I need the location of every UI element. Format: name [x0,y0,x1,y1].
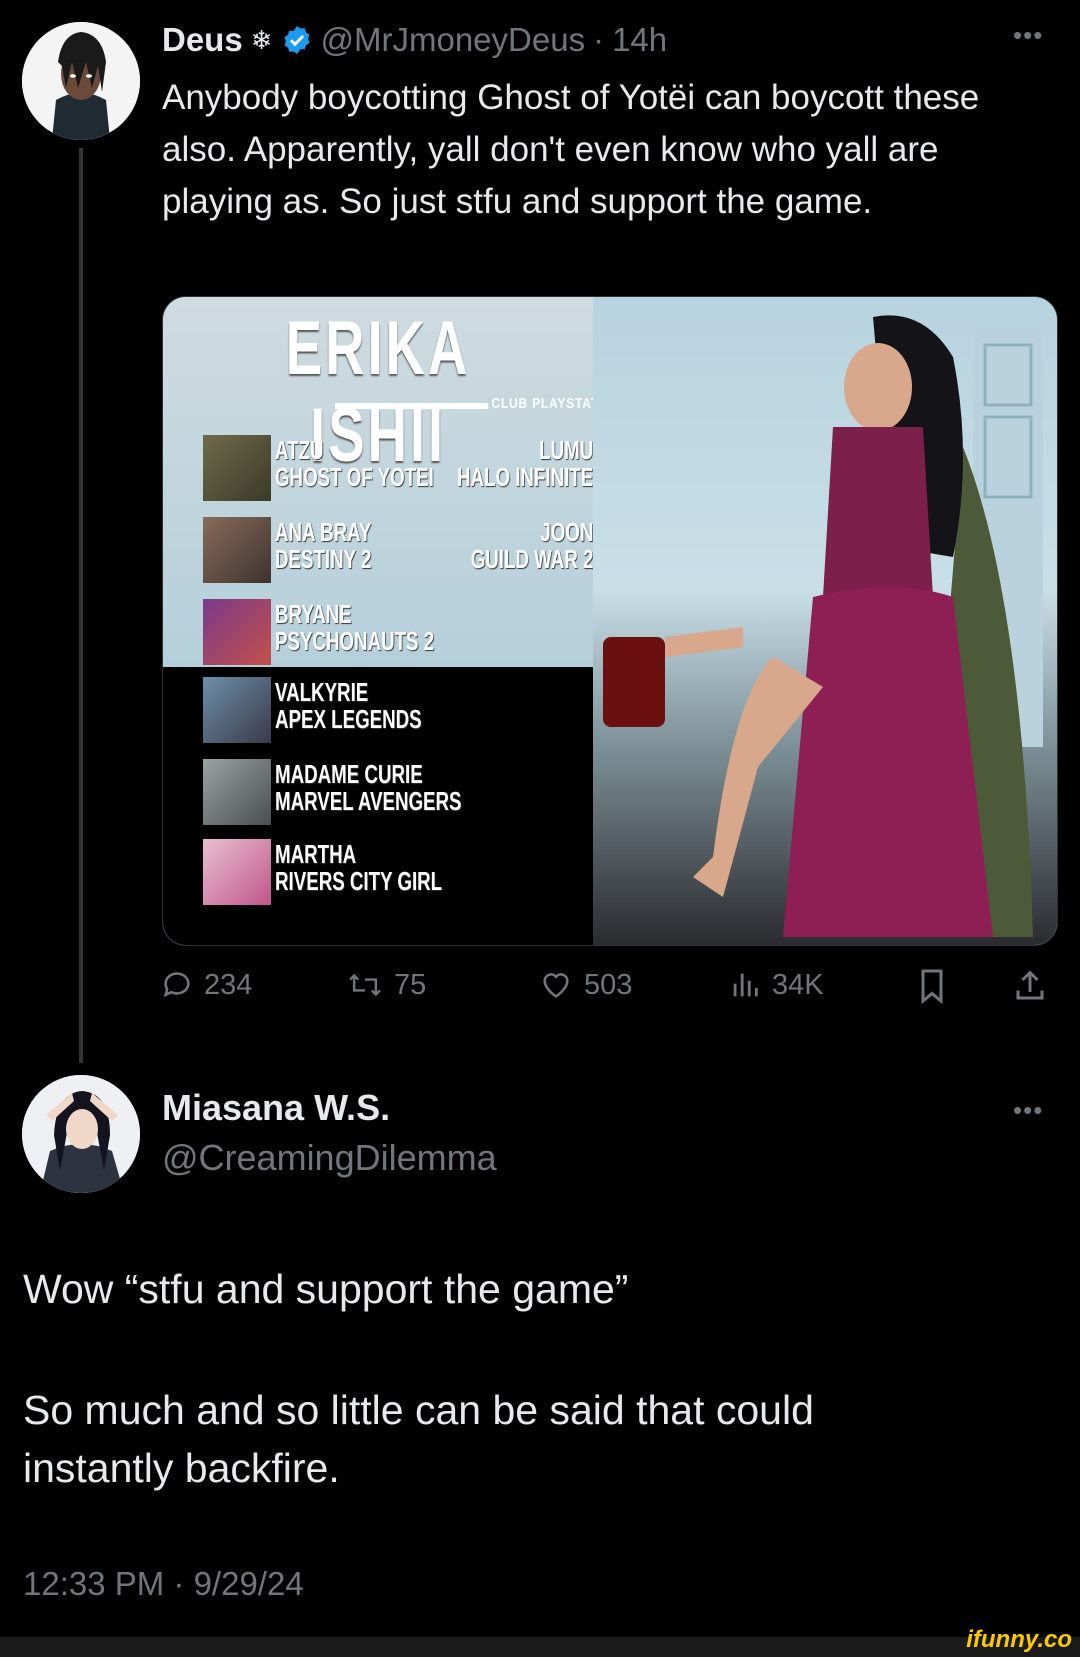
thread-line [79,148,83,1063]
author-name[interactable]: Deus [162,18,243,62]
footer-bar [0,1637,1080,1657]
role-label: VALKYRIE APEX LEGENDS [275,677,422,734]
role-label: BRYANE PSYCHONAUTS 2 [275,599,435,656]
more-icon[interactable]: ••• [1013,1095,1043,1126]
role-label: MADAME CURIE MARVEL AVENGERS [275,759,462,816]
bookmark-icon[interactable] [916,968,948,1004]
role-label: JOON GUILD WAR 2 [470,517,593,574]
role-label: ANA BRAY DESTINY 2 [275,517,372,574]
tweet-actions: 234 75 503 34K [0,968,1080,1008]
portrait-photo [593,297,1057,945]
role-thumbnail [203,677,271,743]
share-icon[interactable] [1012,968,1048,1004]
views-count: 34K [772,968,824,1001]
tweet-header: Deus ❄ @MrJmoneyDeus · 14h [162,18,667,62]
reply-author-name[interactable]: Miasana W.S. [162,1087,390,1129]
like-button[interactable]: 503 [538,968,632,1002]
reply-author-handle[interactable]: @CreamingDilemma [162,1137,497,1179]
like-count: 503 [584,968,633,1001]
views-button[interactable]: 34K [728,968,824,1002]
reply-paragraph: So much and so little can be said that c… [23,1387,814,1491]
retweet-button[interactable]: 75 [346,968,426,1002]
role-label: MARTHA RIVERS CITY GIRL [275,839,443,896]
reply-icon [163,972,190,998]
tweet-image[interactable]: ERIKA ISHII CLUB PLAYSTATION ATZU GHOST O… [162,296,1058,946]
retweet-count: 75 [394,968,427,1001]
reply-timestamp[interactable]: 12:33 PM · 9/29/24 [23,1565,304,1603]
role-thumbnail [203,517,271,583]
watermark-logo: ifunny.co [966,1626,1072,1653]
author-glyph: ❄ [250,25,273,55]
retweet-icon [349,973,381,997]
reply-count: 234 [204,968,253,1001]
reply-button[interactable]: 234 [160,968,252,1002]
more-icon[interactable]: ••• [1013,20,1043,51]
role-thumbnail [203,599,271,665]
reply-author-avatar[interactable] [22,1075,140,1193]
views-icon [733,973,758,997]
role-thumbnail [203,759,271,825]
role-thumbnail [203,839,271,905]
author-handle[interactable]: @MrJmoneyDeus [321,18,586,62]
verified-badge-icon [281,24,313,56]
like-icon [543,973,569,998]
role-label: ATZU GHOST OF YOTEI [275,435,434,492]
author-avatar[interactable] [22,22,140,140]
reply-paragraph: Wow “stfu and support the game” [23,1266,629,1312]
time-ago[interactable]: 14h [612,18,667,62]
role-thumbnail [203,435,271,501]
tweet-text: Anybody boycotting Ghost of Yotëi can bo… [162,78,980,221]
role-label: LUMU HALO INFINITE [456,435,593,492]
separator: · [593,21,605,58]
